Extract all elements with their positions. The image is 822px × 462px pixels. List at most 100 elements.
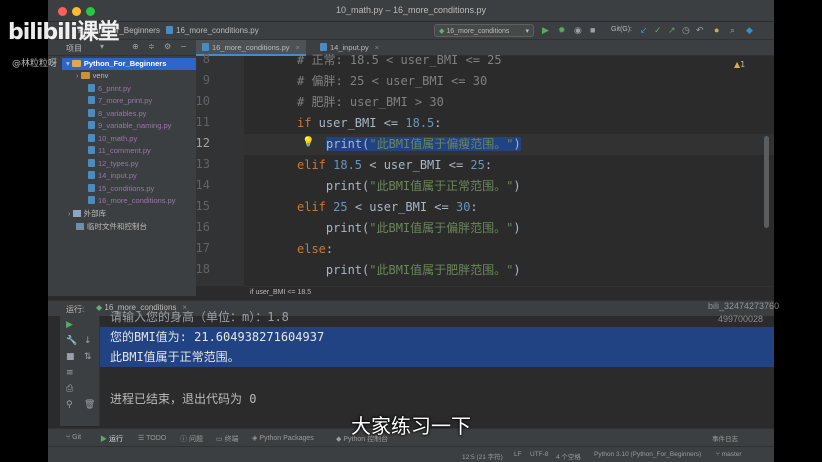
line-number: 15 [195,199,210,213]
tree-item-file[interactable]: 6_print.py [88,83,131,95]
folder-icon [71,60,81,67]
line-separator[interactable]: LF [514,451,522,458]
line-number: 9 [202,73,210,87]
tree-item-file[interactable]: 12_types.py [88,158,138,170]
git-update-icon[interactable]: ↙ [640,25,648,36]
git-push-icon[interactable]: ↗ [668,25,676,36]
print-icon[interactable]: ⎙ [66,384,73,394]
python-file-icon [88,171,95,179]
caret-position[interactable]: 12:5 (21 字符) [462,451,503,461]
trash-icon[interactable]: 🗑 [84,400,95,410]
locate-icon[interactable]: ⊕ [132,42,139,51]
git-label: Git(G): [611,26,632,33]
filter-icon[interactable]: ⇅ [84,352,92,362]
python-file-icon [88,109,95,117]
folder-icon [80,72,90,79]
line-number: 16 [195,220,210,234]
python-file-icon [88,96,95,104]
code-line: # 正常: 18.5 < user_BMI <= 25 [297,53,502,67]
code-editor[interactable]: 💡 # 正常: 18.5 < user_BMI <= 25 # 偏胖: 25 <… [244,53,774,286]
tree-root[interactable]: ▾ Python_For_Beginners [62,58,196,70]
line-number: 10 [195,94,210,108]
jetbrains-icon[interactable]: ◆ [746,25,753,36]
line-number: 14 [195,178,210,192]
editor-scrollbar[interactable] [764,136,769,228]
line-number: 12 [195,136,210,150]
line-number: 11 [195,115,210,129]
editor-breadcrumb[interactable]: if user_BMI <= 18.5 [244,286,774,300]
code-line: else: [297,242,334,256]
hide-icon[interactable]: − [180,42,187,51]
git-branch[interactable]: ⑂ master [716,451,742,458]
tree-item-file[interactable]: 14_input.py [88,170,137,182]
console-line: 此BMI值属于正常范围。 [110,350,240,364]
python-file-icon [88,134,95,142]
line-number: 13 [195,157,210,171]
interpreter-selector[interactable]: Python 3.10 (Python_For_Beginners) [594,451,701,458]
breadcrumb-separator-icon: › [158,26,161,35]
run-panel-label: 运行: [66,305,85,314]
breadcrumb-file[interactable]: 16_more_conditions.py [166,26,259,35]
lightbulb-icon[interactable]: 💡 [302,137,314,148]
video-subtitle: 大家练习一下 [351,414,471,438]
chevron-down-icon: ▾ [66,59,72,68]
tree-item-file[interactable]: 7_more_print.py [88,95,152,107]
stop-icon[interactable]: ■ [590,25,595,35]
python-file-icon [88,159,95,167]
inspection-widget[interactable]: ▲1 [734,60,745,69]
status-bar: 12:5 (21 字符) LF UTF-8 4 个空格 Python 3.10 … [48,446,774,462]
window-title: 10_math.py – 16_more_conditions.py [335,5,487,15]
python-file-icon [202,43,209,51]
plugin-icon[interactable]: ● [714,25,719,35]
console-line: 进程已结束，退出代码为 0 [110,392,257,406]
tree-item-scratches[interactable]: 临时文件和控制台 [76,221,147,233]
chevron-down-icon: ▾ [525,28,529,35]
tree-item-external-libraries[interactable]: › 外部库 [68,208,106,220]
indent-setting[interactable]: 4 个空格 [556,451,581,461]
rerun-icon[interactable]: ▶ [66,320,73,330]
code-line: print("此BMI值属于正常范围。") [297,179,521,193]
tree-item-file[interactable]: 8_variables.py [88,108,146,120]
library-icon [72,210,81,217]
tree-item-venv[interactable]: › venv [76,70,108,82]
code-line: elif 18.5 < user_BMI <= 25: [297,158,493,172]
scroll-down-icon[interactable]: ↓ [84,336,92,346]
tree-item-file[interactable]: 9_variable_naming.py [88,120,171,132]
tree-item-file[interactable]: 16_more_conditions.py [88,195,176,207]
code-line: elif 25 < user_BMI <= 30: [297,200,478,214]
python-file-icon [88,146,95,154]
code-line-selected: print("此BMI值属于偏瘦范围。") [326,137,521,151]
undo-icon[interactable]: ↶ [696,25,704,36]
bilibili-logo: bilibili课堂 [8,20,120,45]
collapse-icon[interactable]: ≑ [148,42,155,51]
search-icon[interactable]: ⌕ [730,25,735,36]
project-tree: ▾ Python_For_Beginners › venv 6_print.py… [48,56,196,296]
git-commit-icon[interactable]: ✓ [654,25,662,36]
run-configuration-select[interactable]: ◆ 16_more_conditions ▾ [434,24,534,37]
tree-item-file[interactable]: 15_conditions.py [88,183,154,195]
wrench-icon[interactable]: 🔧 [66,336,77,346]
console-line: 您的BMI值为: 21.604938271604937 [110,330,325,344]
debug-icon[interactable]: ✹ [558,25,566,36]
soft-wrap-icon[interactable]: ≡ [66,368,74,378]
file-encoding[interactable]: UTF-8 [530,451,548,458]
git-history-icon[interactable]: ◷ [682,25,690,36]
code-line: # 偏胖: 25 < user_BMI <= 30 [297,74,488,88]
uploader-name: @林粒粒呀 [12,59,58,69]
line-number: 8 [202,52,210,66]
tree-item-file[interactable]: 11_comment.py [88,145,151,157]
python-file-icon [88,84,95,92]
navigation-bar: Python_For_Beginners › 16_more_condition… [48,22,774,40]
stop-icon[interactable]: ■ [66,352,75,362]
run-icon[interactable]: ▶ [542,25,549,36]
gear-icon[interactable]: ⚙ [164,42,171,51]
tab-16-more-conditions[interactable]: 16_more_conditions.py × [196,40,306,56]
line-number: 17 [195,241,210,255]
coverage-icon[interactable]: ◉ [574,25,582,36]
console-line: 请输入您的身高（单位：m）：1.8 [110,310,289,324]
line-number: 18 [195,262,210,276]
code-line: # 肥胖: user_BMI > 30 [297,95,444,109]
scratches-icon [76,223,84,230]
tree-item-file[interactable]: 10_math.py [88,133,137,145]
pin-icon[interactable]: ⚲ [66,400,73,410]
